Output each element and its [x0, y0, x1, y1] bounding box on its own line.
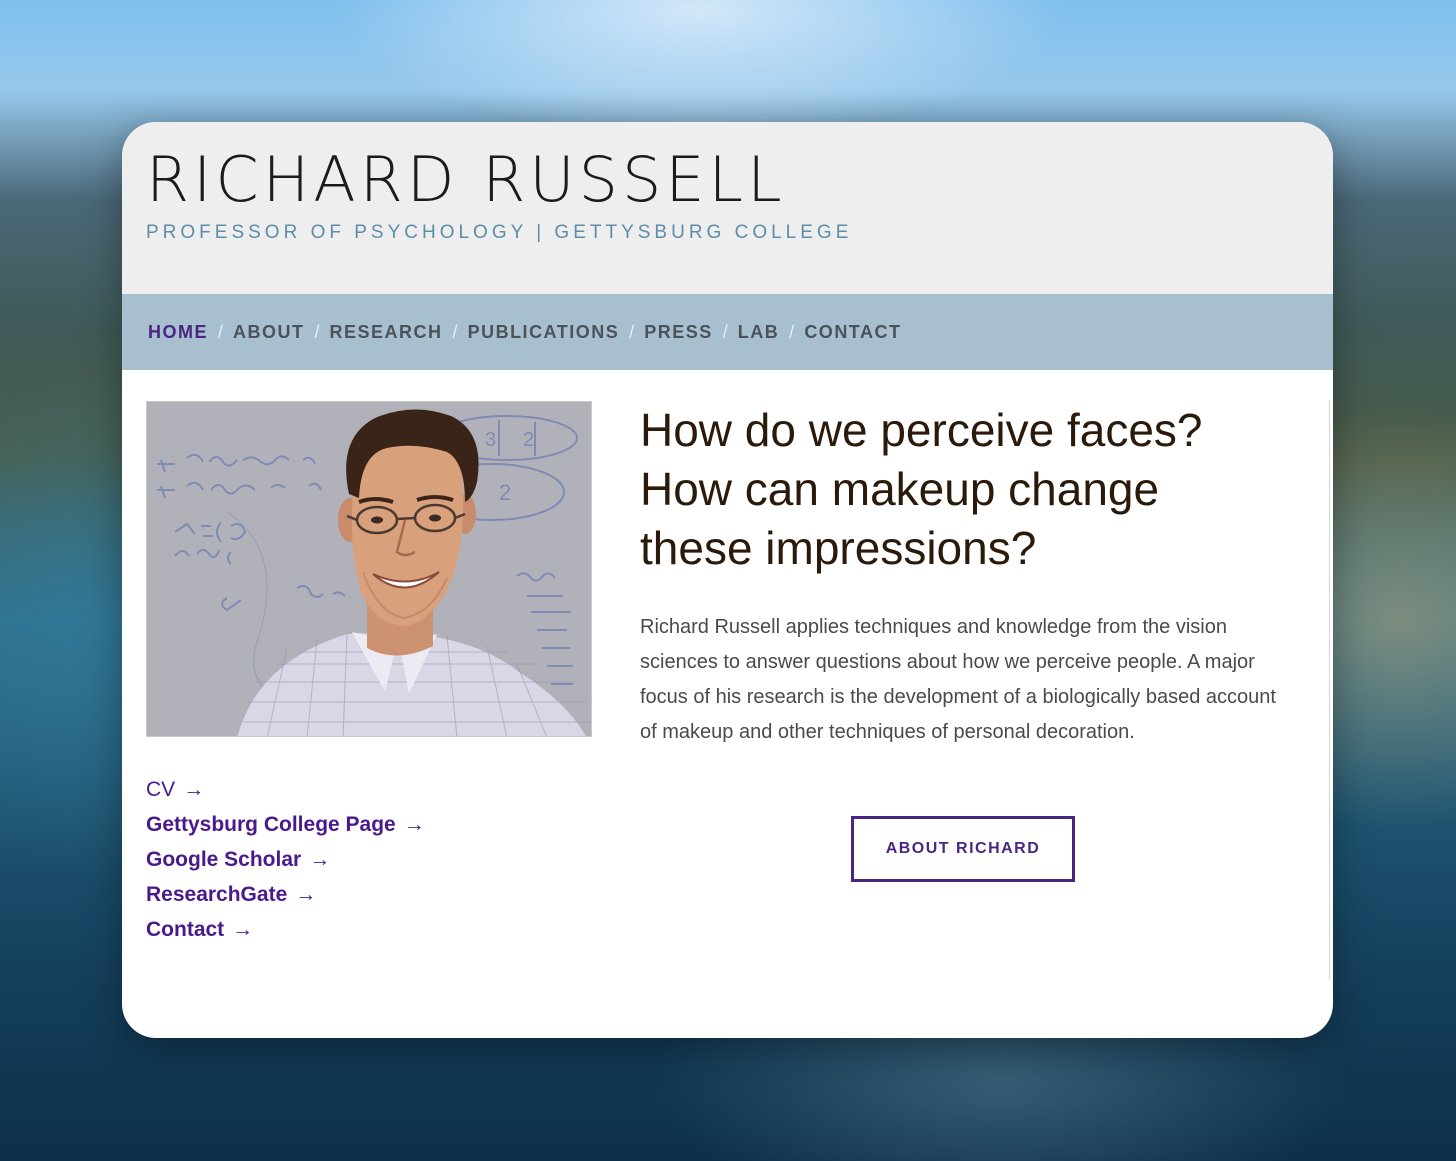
arrow-right-icon: →	[403, 813, 425, 836]
nav-separator: /	[722, 321, 728, 342]
main-headline: How do we perceive faces? How can makeup…	[640, 404, 1203, 574]
svg-text:2: 2	[523, 429, 534, 451]
nav-separator: /	[789, 321, 795, 342]
profile-photo: 3 2 2	[146, 401, 592, 737]
nav-item-research[interactable]: RESEARCH	[330, 322, 443, 343]
nav-item-lab[interactable]: LAB	[738, 322, 780, 343]
gettysburg-college-page-link[interactable]: Gettysburg College Page →	[146, 807, 566, 842]
link-label: ResearchGate	[146, 883, 288, 906]
nav-separator: /	[314, 321, 320, 342]
link-label: CV	[146, 778, 176, 801]
about-richard-button[interactable]: ABOUT RICHARD	[851, 816, 1075, 882]
portrait-illustration: 3 2 2	[147, 402, 591, 736]
nav-separator: /	[452, 321, 458, 342]
researchgate-link[interactable]: ResearchGate →	[146, 877, 566, 912]
content-divider	[1329, 400, 1330, 980]
nav-item-about[interactable]: ABOUT	[233, 322, 305, 343]
arrow-right-icon: →	[309, 848, 331, 871]
cv-link[interactable]: CV →	[146, 772, 566, 807]
website-card: RICHARD RUSSELL PROFESSOR OF PSYCHOLOGY …	[122, 122, 1333, 1038]
link-label: Contact	[146, 918, 225, 941]
link-label: Google Scholar	[146, 848, 302, 871]
main-nav: HOME / ABOUT / RESEARCH / PUBLICATIONS /…	[122, 294, 1333, 370]
site-title[interactable]: RICHARD RUSSELL	[146, 144, 786, 216]
nav-separator: /	[629, 321, 635, 342]
google-scholar-link[interactable]: Google Scholar →	[146, 842, 566, 877]
nav-item-contact[interactable]: CONTACT	[804, 322, 901, 343]
arrow-right-icon: →	[232, 918, 254, 941]
svg-text:3: 3	[485, 429, 496, 451]
contact-link[interactable]: Contact →	[146, 912, 566, 947]
arrow-right-icon: →	[183, 778, 205, 801]
site-tagline: PROFESSOR OF PSYCHOLOGY | GETTYSBURG COL…	[146, 222, 853, 243]
nav-item-press[interactable]: PRESS	[644, 322, 713, 343]
svg-text:2: 2	[499, 480, 511, 505]
bio-text: Richard Russell applies techniques and k…	[640, 616, 1276, 743]
nav-item-publications[interactable]: PUBLICATIONS	[468, 322, 620, 343]
site-header: RICHARD RUSSELL PROFESSOR OF PSYCHOLOGY …	[122, 122, 1333, 294]
arrow-right-icon: →	[295, 883, 317, 906]
link-label: Gettysburg College Page	[146, 813, 396, 836]
nav-item-home[interactable]: HOME	[148, 322, 208, 343]
quick-links: CV → Gettysburg College Page → Google Scho…	[146, 772, 566, 947]
nav-separator: /	[218, 321, 224, 342]
